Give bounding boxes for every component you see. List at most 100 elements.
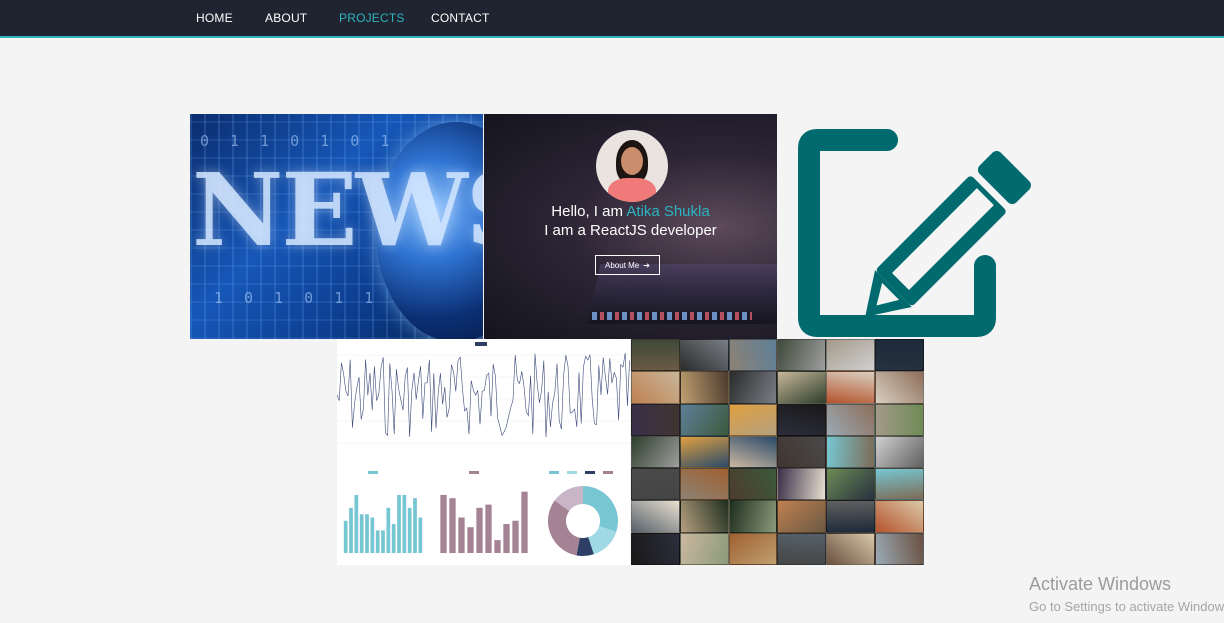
collage-photo [875, 435, 924, 469]
collage-photo [679, 500, 729, 533]
profile-avatar [596, 130, 668, 202]
activate-windows-title: Activate Windows [1029, 574, 1172, 594]
collage-photo [826, 371, 876, 404]
collage-photo [631, 532, 680, 565]
activate-windows-subtitle: Go to Settings to activate Windows. [1029, 599, 1224, 614]
donut-segment [554, 486, 584, 512]
collage-photo [875, 339, 924, 372]
project-portfolio-tile[interactable]: Hello, I am Atika Shukla I am a ReactJS … [484, 114, 777, 339]
donut-segment [587, 525, 617, 555]
collage-photo [875, 403, 924, 436]
collage-photo [631, 500, 680, 533]
collage-photo [777, 468, 827, 501]
collage-photo [631, 339, 680, 372]
collage-photo [875, 371, 924, 404]
collage-photo [728, 371, 778, 404]
bar [503, 523, 510, 553]
collage-photo [826, 435, 876, 469]
news-binary-digits-top: 0 1 1 0 1 0 1 [200, 132, 396, 150]
bar [397, 494, 401, 553]
collage-photo [679, 468, 729, 501]
greeting-prefix: Hello, I am [551, 203, 627, 220]
nav-contact-link[interactable]: CONTACT [431, 11, 490, 25]
collage-photo [679, 339, 729, 372]
donut-chart [548, 471, 618, 556]
collage-photo [631, 371, 680, 404]
collage-photo [777, 435, 827, 469]
bar [343, 520, 348, 553]
bar [476, 507, 483, 553]
bar [354, 494, 359, 553]
bar [365, 514, 369, 553]
bar [418, 517, 423, 553]
collage-photo [728, 435, 778, 469]
collage-photo [728, 532, 778, 565]
bar [485, 504, 492, 553]
photo-collage-grid [631, 339, 924, 565]
nav-home-link[interactable]: HOME [196, 11, 233, 25]
collage-photo [875, 468, 924, 501]
collage-photo [728, 500, 778, 533]
line-chart [337, 353, 630, 444]
collage-photo [777, 339, 827, 372]
bar [402, 494, 407, 553]
about-me-button[interactable]: About Me ➔ [595, 255, 660, 275]
collage-photo [679, 371, 729, 404]
bar [386, 507, 391, 553]
bar [512, 520, 519, 553]
bar [391, 523, 396, 553]
collage-photo [631, 435, 680, 469]
collage-photo [679, 532, 729, 565]
donut-segment [582, 486, 618, 532]
bar [467, 527, 474, 553]
collage-photo [826, 339, 876, 372]
laptop-dock [592, 312, 752, 320]
project-news-tile[interactable]: 0 1 1 0 1 0 1 1 0 1 0 1 1 1 0 1 1 NEWS [190, 114, 483, 339]
bar [375, 530, 380, 553]
collage-photo [875, 532, 924, 565]
bar [449, 498, 456, 553]
bar [440, 494, 447, 553]
collage-photo [679, 403, 729, 436]
collage-photo [728, 468, 778, 501]
project-photo-collage-tile[interactable] [631, 339, 924, 565]
nav-about-link[interactable]: ABOUT [265, 11, 307, 25]
role-line: I am a ReactJS developer [544, 222, 717, 239]
bar-chart-middle [440, 471, 528, 553]
greeting-name: Atika Shukla [626, 203, 710, 220]
project-charts-tile[interactable] [337, 339, 630, 565]
collage-photo [679, 435, 729, 469]
collage-photo [728, 403, 778, 436]
collage-photo [826, 532, 876, 565]
bar [381, 530, 385, 553]
greeting-line: Hello, I am Atika Shukla [484, 203, 777, 220]
collage-photo [826, 468, 876, 501]
donut-segment [576, 537, 594, 556]
line-chart-series [337, 353, 630, 438]
bar-chart-left [343, 471, 423, 553]
bar [494, 540, 501, 553]
top-navbar: HOME ABOUT PROJECTS CONTACT [0, 0, 1224, 38]
collage-photo [777, 500, 827, 533]
collage-photo [777, 532, 827, 565]
nav-projects-link[interactable]: PROJECTS [339, 11, 405, 25]
collage-photo [875, 500, 924, 533]
project-edit-tile[interactable] [777, 114, 1070, 339]
collage-photo [631, 403, 680, 436]
bar [349, 507, 353, 553]
collage-photo [777, 403, 827, 436]
collage-photo [777, 371, 827, 404]
bar [413, 498, 417, 553]
collage-photo [826, 403, 876, 436]
collage-photo [631, 468, 680, 501]
arrow-right-icon: ➔ [643, 260, 650, 270]
news-image-text: NEWS [192, 151, 483, 269]
bar [359, 514, 364, 553]
about-me-label: About Me [605, 260, 640, 270]
edit-pencil-icon [798, 129, 1031, 337]
bar [458, 517, 465, 553]
bar [521, 491, 528, 553]
collage-photo [728, 339, 778, 372]
bar [370, 517, 375, 553]
collage-photo [826, 500, 876, 533]
